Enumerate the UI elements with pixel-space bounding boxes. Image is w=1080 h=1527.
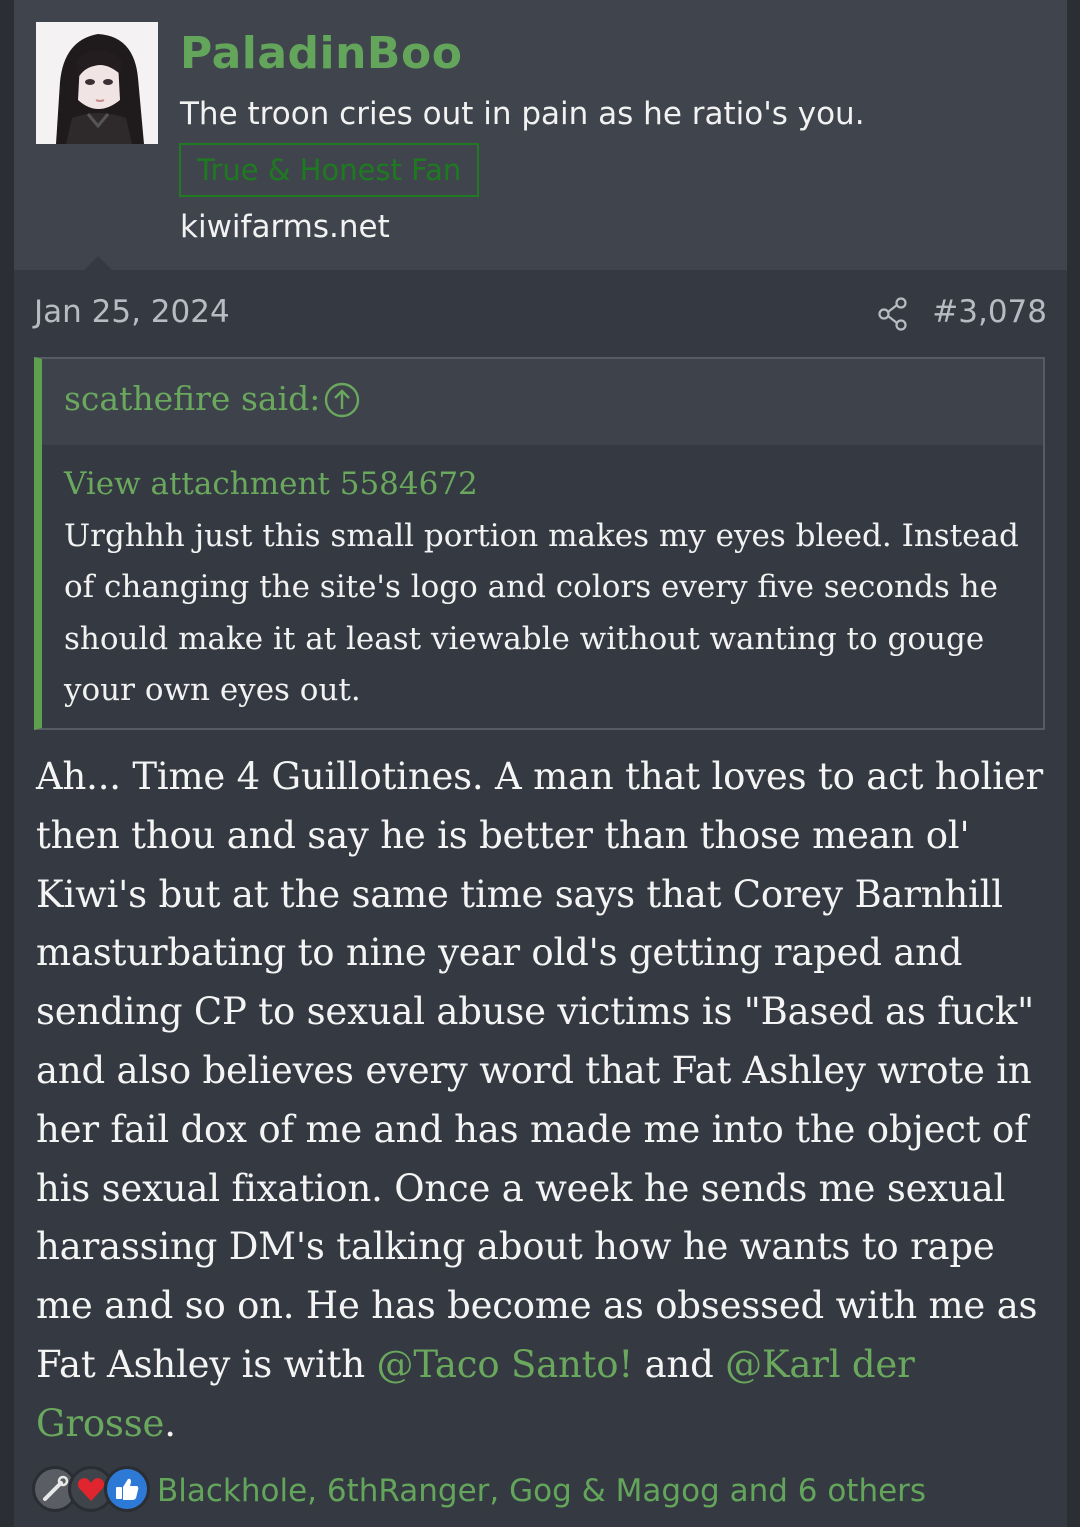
reaction-list[interactable]: Blackhole, 6thRanger, Gog & Magog and 6 …: [157, 1473, 926, 1509]
mention-taco-santo[interactable]: @Taco Santo!: [377, 1343, 634, 1386]
avatar-image: [36, 22, 158, 144]
post-text-connector: and: [633, 1342, 726, 1386]
share-icon[interactable]: [877, 297, 909, 331]
post-number[interactable]: #3,078: [932, 294, 1047, 330]
avatar[interactable]: [36, 22, 158, 144]
user-header: PaladinBoo The troon cries out in pain a…: [14, 0, 1067, 270]
quote-content: View attachment 5584672 Urghhh just this…: [64, 459, 1039, 717]
username[interactable]: PaladinBoo: [180, 28, 462, 79]
quote-block: scathefire said: View attachment 5584672…: [34, 357, 1045, 730]
user-title: The troon cries out in pain as he ratio'…: [180, 96, 865, 132]
quote-text: Urghhh just this small portion makes my …: [64, 517, 1019, 709]
user-site: kiwifarms.net: [180, 209, 390, 245]
post-text-end: .: [164, 1401, 176, 1445]
arrow-up-circle-icon[interactable]: [324, 382, 360, 418]
quote-author[interactable]: scathefire said:: [64, 379, 320, 418]
thumbs-up-icon: [104, 1466, 150, 1512]
post-text: Ah... Time 4 Guillotines. A man that lov…: [36, 755, 1043, 1386]
attachment-link[interactable]: View attachment 5584672: [64, 459, 1039, 511]
post: PaladinBoo The troon cries out in pain a…: [14, 0, 1067, 1527]
header-pointer: [84, 256, 112, 270]
post-date[interactable]: Jan 25, 2024: [34, 294, 230, 330]
user-badge: True & Honest Fan: [179, 143, 480, 197]
post-body: Ah... Time 4 Guillotines. A man that lov…: [36, 748, 1056, 1454]
reaction-icons[interactable]: [32, 1466, 172, 1522]
quote-header[interactable]: scathefire said:: [42, 359, 1043, 445]
